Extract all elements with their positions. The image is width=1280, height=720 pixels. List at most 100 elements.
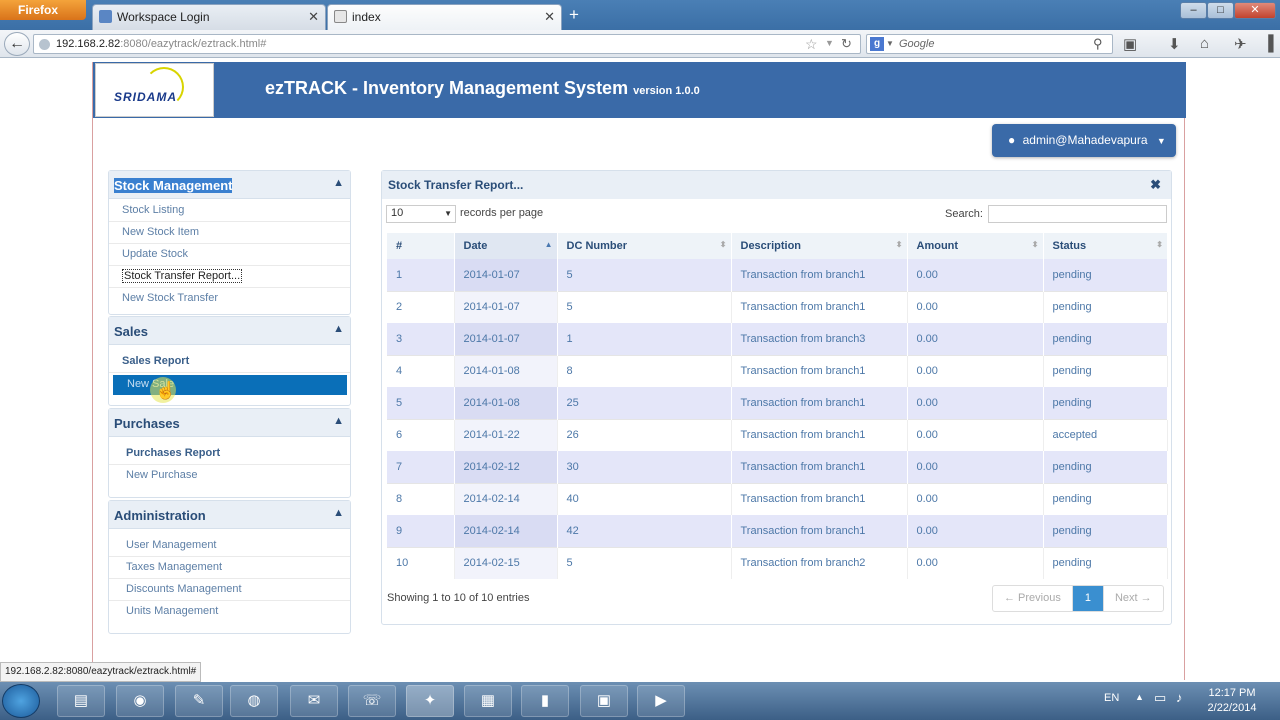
column-header-dc-number[interactable]: DC Number ⬍ bbox=[557, 233, 732, 259]
table-row[interactable]: 5 2014-01-08 25 Transaction from branch1 0.0… bbox=[387, 387, 1168, 419]
minimize-button[interactable]: – bbox=[1180, 2, 1207, 19]
tray-arrow-icon[interactable]: ▲ bbox=[1135, 692, 1144, 702]
close-icon[interactable]: ✖ bbox=[1150, 177, 1161, 193]
chrome-icon[interactable]: ◉ bbox=[116, 685, 164, 717]
maximize-button[interactable]: □ bbox=[1207, 2, 1234, 19]
sort-icon: ⬍ bbox=[719, 240, 727, 249]
search-input[interactable] bbox=[988, 205, 1167, 223]
stock-transfer-table: # Date ▲ DC Number ⬍ Description ⬍ Amount ⬍ … bbox=[387, 233, 1168, 579]
close-icon[interactable]: ✕ bbox=[308, 9, 319, 25]
table-row[interactable]: 1 2014-01-07 5 Transaction from branch1 0.00… bbox=[387, 259, 1168, 291]
cell-date: 2014-02-14 bbox=[454, 482, 558, 515]
sidebar-item-units-management[interactable]: Units Management bbox=[109, 601, 350, 623]
sidebar-item-user-management[interactable]: User Management bbox=[109, 535, 350, 557]
cell-description: Transaction from branch1 bbox=[731, 387, 908, 419]
sidebar-item-new-sale[interactable]: New Sale bbox=[113, 375, 347, 395]
screenshot-icon[interactable]: ▣ bbox=[1123, 35, 1137, 53]
language-indicator[interactable]: EN bbox=[1104, 692, 1119, 704]
column-header-number[interactable]: # bbox=[387, 233, 455, 259]
column-label: Date bbox=[463, 240, 488, 252]
bookmark-star-icon[interactable]: ☆ bbox=[805, 36, 818, 53]
cell-amount: 0.00 bbox=[907, 482, 1044, 515]
cell-status: pending bbox=[1043, 482, 1168, 515]
sidebar-item-discounts-management[interactable]: Discounts Management bbox=[109, 579, 350, 601]
sidebar-item-purchases-report[interactable]: Purchases Report bbox=[109, 443, 350, 465]
table-row[interactable]: 8 2014-02-14 40 Transaction from branch1 0.0… bbox=[387, 482, 1168, 515]
mail-icon[interactable]: ✉ bbox=[290, 685, 338, 717]
table-row[interactable]: 3 2014-01-07 1 Transaction from branch3 0.00… bbox=[387, 323, 1168, 355]
column-header-description[interactable]: Description ⬍ bbox=[731, 233, 908, 259]
sidebar-item-new-stock-item[interactable]: New Stock Item bbox=[109, 222, 350, 244]
sidebar-item-new-stock-transfer[interactable]: New Stock Transfer bbox=[109, 288, 350, 310]
chevron-up-icon[interactable]: ▲ bbox=[333, 323, 344, 335]
cell-description: Transaction from branch1 bbox=[731, 259, 908, 291]
sidebar-item-new-purchase[interactable]: New Purchase bbox=[109, 465, 350, 487]
column-header-amount[interactable]: Amount ⬍ bbox=[907, 233, 1044, 259]
table-row[interactable]: 6 2014-01-22 26 Transaction from branch1 0.0… bbox=[387, 418, 1168, 451]
panel-header[interactable]: Administration bbox=[109, 501, 350, 529]
tab-index[interactable]: index ✕ bbox=[327, 4, 562, 30]
column-header-status[interactable]: Status ⬍ bbox=[1043, 233, 1168, 259]
sidebar-item-stock-listing[interactable]: Stock Listing bbox=[109, 200, 350, 222]
table-row[interactable]: 2 2014-01-07 5 Transaction from branch1 0.00… bbox=[387, 290, 1168, 323]
sidebar-item-taxes-management[interactable]: Taxes Management bbox=[109, 557, 350, 579]
page-1-button[interactable]: 1 bbox=[1072, 586, 1104, 611]
tab-workspace-login[interactable]: Workspace Login ✕ bbox=[92, 4, 326, 30]
sidebar-item-update-stock[interactable]: Update Stock bbox=[109, 244, 350, 266]
talk-icon[interactable]: ☏ bbox=[348, 685, 396, 717]
user-menu-button[interactable]: ● admin@Mahadevapura ▼ bbox=[992, 124, 1176, 157]
panel-title: Stock Management bbox=[114, 178, 233, 193]
cell-description: Transaction from branch2 bbox=[731, 546, 908, 579]
cell-amount: 0.00 bbox=[907, 259, 1044, 291]
page-length-select[interactable]: 10 ▼ bbox=[386, 205, 456, 223]
sort-asc-icon: ▲ bbox=[544, 240, 553, 249]
network-app-icon[interactable]: ▦ bbox=[464, 685, 512, 717]
sidebar-item-stock-transfer-report[interactable]: Stock Transfer Report... bbox=[109, 266, 350, 288]
search-label: Search: bbox=[945, 208, 983, 220]
chevron-up-icon[interactable]: ▲ bbox=[333, 415, 344, 427]
reload-icon[interactable]: ↻ bbox=[841, 36, 852, 52]
eclipse-icon[interactable]: ◍ bbox=[230, 685, 278, 717]
powerpoint-icon[interactable]: ▣ bbox=[580, 685, 628, 717]
previous-page-button[interactable]: ← Previous bbox=[993, 586, 1073, 611]
panel-header[interactable]: Stock Management bbox=[109, 171, 350, 199]
table-row[interactable]: 10 2014-02-15 5 Transaction from branch2 0.0… bbox=[387, 546, 1168, 579]
cell-number: 3 bbox=[387, 323, 455, 355]
firefox-icon[interactable]: ✦ bbox=[406, 685, 454, 717]
sidebar-panel-stock: Stock Management ▲ Stock Listing New Sto… bbox=[108, 170, 351, 315]
chevron-up-icon[interactable]: ▲ bbox=[333, 177, 344, 189]
explorer-icon[interactable]: ▤ bbox=[57, 685, 105, 717]
notepad-icon[interactable]: ✎ bbox=[175, 685, 223, 717]
back-arrow-icon[interactable]: ← bbox=[4, 32, 30, 56]
new-tab-button[interactable]: + bbox=[563, 6, 585, 26]
table-row[interactable]: 7 2014-02-12 30 Transaction from branch1 0.0… bbox=[387, 451, 1168, 483]
network-icon[interactable]: ▭ bbox=[1154, 690, 1166, 706]
cell-status: pending bbox=[1043, 515, 1168, 547]
dropdown-arrow-icon[interactable]: ▼ bbox=[886, 39, 894, 48]
download-icon[interactable]: ⬇ bbox=[1168, 35, 1181, 53]
addon-icon[interactable]: ✈ bbox=[1234, 35, 1247, 53]
home-icon[interactable]: ⌂ bbox=[1200, 35, 1209, 52]
url-bar[interactable]: 192.168.2.82:8080/eazytrack/eztrack.html… bbox=[33, 34, 861, 54]
volume-icon[interactable]: ♪ bbox=[1176, 690, 1183, 705]
close-window-button[interactable]: ✕ bbox=[1234, 2, 1276, 19]
panel-header[interactable]: Purchases bbox=[109, 409, 350, 437]
sidebar-item-sales-report[interactable]: Sales Report bbox=[109, 351, 350, 373]
clock[interactable]: 12:17 PM 2/22/2014 bbox=[1200, 686, 1264, 716]
chevron-up-icon[interactable]: ▲ bbox=[333, 507, 344, 519]
search-bar[interactable]: g ▼ Google ⚲ bbox=[866, 34, 1113, 54]
next-page-button[interactable]: Next → bbox=[1104, 586, 1163, 611]
search-icon[interactable]: ⚲ bbox=[1093, 36, 1103, 52]
tally-icon[interactable]: ▮ bbox=[521, 685, 569, 717]
firefox-menu-button[interactable]: Firefox bbox=[0, 0, 86, 20]
media-player-icon[interactable]: ▶ bbox=[637, 685, 685, 717]
start-button[interactable] bbox=[2, 684, 40, 718]
table-row[interactable]: 4 2014-01-08 8 Transaction from branch1 0.00… bbox=[387, 354, 1168, 387]
cell-description: Transaction from branch1 bbox=[731, 354, 908, 387]
close-icon[interactable]: ✕ bbox=[544, 9, 555, 25]
panel-header[interactable]: Sales bbox=[109, 317, 350, 345]
column-header-date[interactable]: Date ▲ bbox=[454, 233, 558, 259]
menu-icon[interactable]: ▐ bbox=[1263, 35, 1274, 52]
table-row[interactable]: 9 2014-02-14 42 Transaction from branch1 0.0… bbox=[387, 515, 1168, 547]
dropdown-arrow-icon[interactable]: ▼ bbox=[825, 38, 834, 48]
